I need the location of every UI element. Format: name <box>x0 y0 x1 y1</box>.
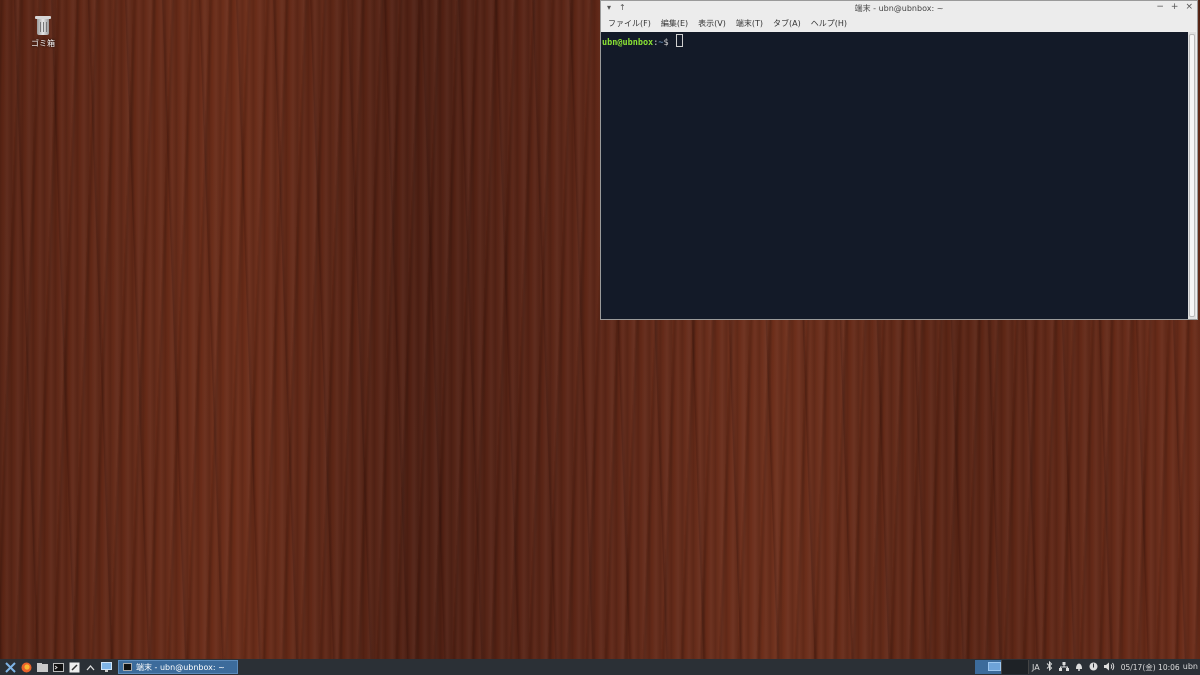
user-name[interactable]: ubn <box>1183 662 1198 671</box>
display-icon[interactable] <box>100 661 112 673</box>
menu-edit[interactable]: 編集(E) <box>656 17 693 31</box>
firefox-icon[interactable] <box>20 661 32 673</box>
terminal-area[interactable]: ubn@ubnbox:~$ <box>601 32 1188 319</box>
clock[interactable]: 05/17(金) 10:06 <box>1121 662 1180 673</box>
menu-help[interactable]: ヘルプ(H) <box>806 17 852 31</box>
taskbar-terminal-button[interactable]: 端末 - ubn@ubnbox: ~ <box>118 660 238 674</box>
input-method-indicator[interactable]: JA <box>1032 663 1040 672</box>
desktop-icon-trash[interactable]: ゴミ箱 <box>26 14 60 49</box>
text-cursor <box>675 34 683 47</box>
notification-bell-icon[interactable] <box>1075 662 1083 673</box>
volume-icon[interactable] <box>1103 662 1115 673</box>
terminal-small-icon <box>123 663 132 671</box>
scrollbar-thumb[interactable] <box>1189 34 1195 317</box>
shell-prompt: ubn@ubnbox:~$ <box>601 32 1188 50</box>
trash-icon <box>35 14 51 35</box>
file-manager-icon[interactable] <box>36 661 48 673</box>
trash-label: ゴミ箱 <box>31 39 55 48</box>
window-titlebar[interactable]: ▾ ↑ 端末 - ubn@ubnbox: ~ − + × <box>601 1 1197 17</box>
terminal-scrollbar[interactable] <box>1188 32 1196 319</box>
menu-file[interactable]: ファイル(F) <box>603 17 656 31</box>
taskbar-terminal-label: 端末 - ubn@ubnbox: ~ <box>136 662 225 672</box>
minimize-icon[interactable]: − <box>1156 2 1164 12</box>
workspace-switcher <box>975 660 1029 674</box>
maximize-icon[interactable]: + <box>1171 2 1179 12</box>
prompt-symbol: $ <box>663 38 674 48</box>
text-editor-icon[interactable] <box>68 661 80 673</box>
terminal-window: ▾ ↑ 端末 - ubn@ubnbox: ~ − + × ファイル(F) 編集(… <box>600 0 1198 320</box>
workspace-1[interactable] <box>975 660 1002 674</box>
terminal-icon[interactable] <box>52 661 64 673</box>
menu-tabs[interactable]: タブ(A) <box>768 17 806 31</box>
xfce-menu-icon[interactable] <box>4 661 16 673</box>
system-tray: JA 05/17(金) 10:06 <box>1032 659 1180 675</box>
network-icon[interactable] <box>1058 661 1069 673</box>
menu-terminal[interactable]: 端末(T) <box>731 17 768 31</box>
workspace-2[interactable] <box>1002 660 1029 674</box>
close-icon[interactable]: × <box>1185 2 1193 12</box>
menu-view[interactable]: 表示(V) <box>693 17 731 31</box>
power-icon[interactable] <box>1089 662 1098 673</box>
taskbar: 端末 - ubn@ubnbox: ~ JA 05/17(金) 10:06 ubn <box>0 659 1200 675</box>
window-title: 端末 - ubn@ubnbox: ~ <box>854 4 944 13</box>
prompt-user-host: ubn@ubnbox <box>602 38 654 48</box>
chevron-up-icon[interactable] <box>84 661 96 673</box>
bluetooth-icon[interactable] <box>1046 660 1053 673</box>
menubar: ファイル(F) 編集(E) 表示(V) 端末(T) タブ(A) ヘルプ(H) <box>601 17 1197 31</box>
